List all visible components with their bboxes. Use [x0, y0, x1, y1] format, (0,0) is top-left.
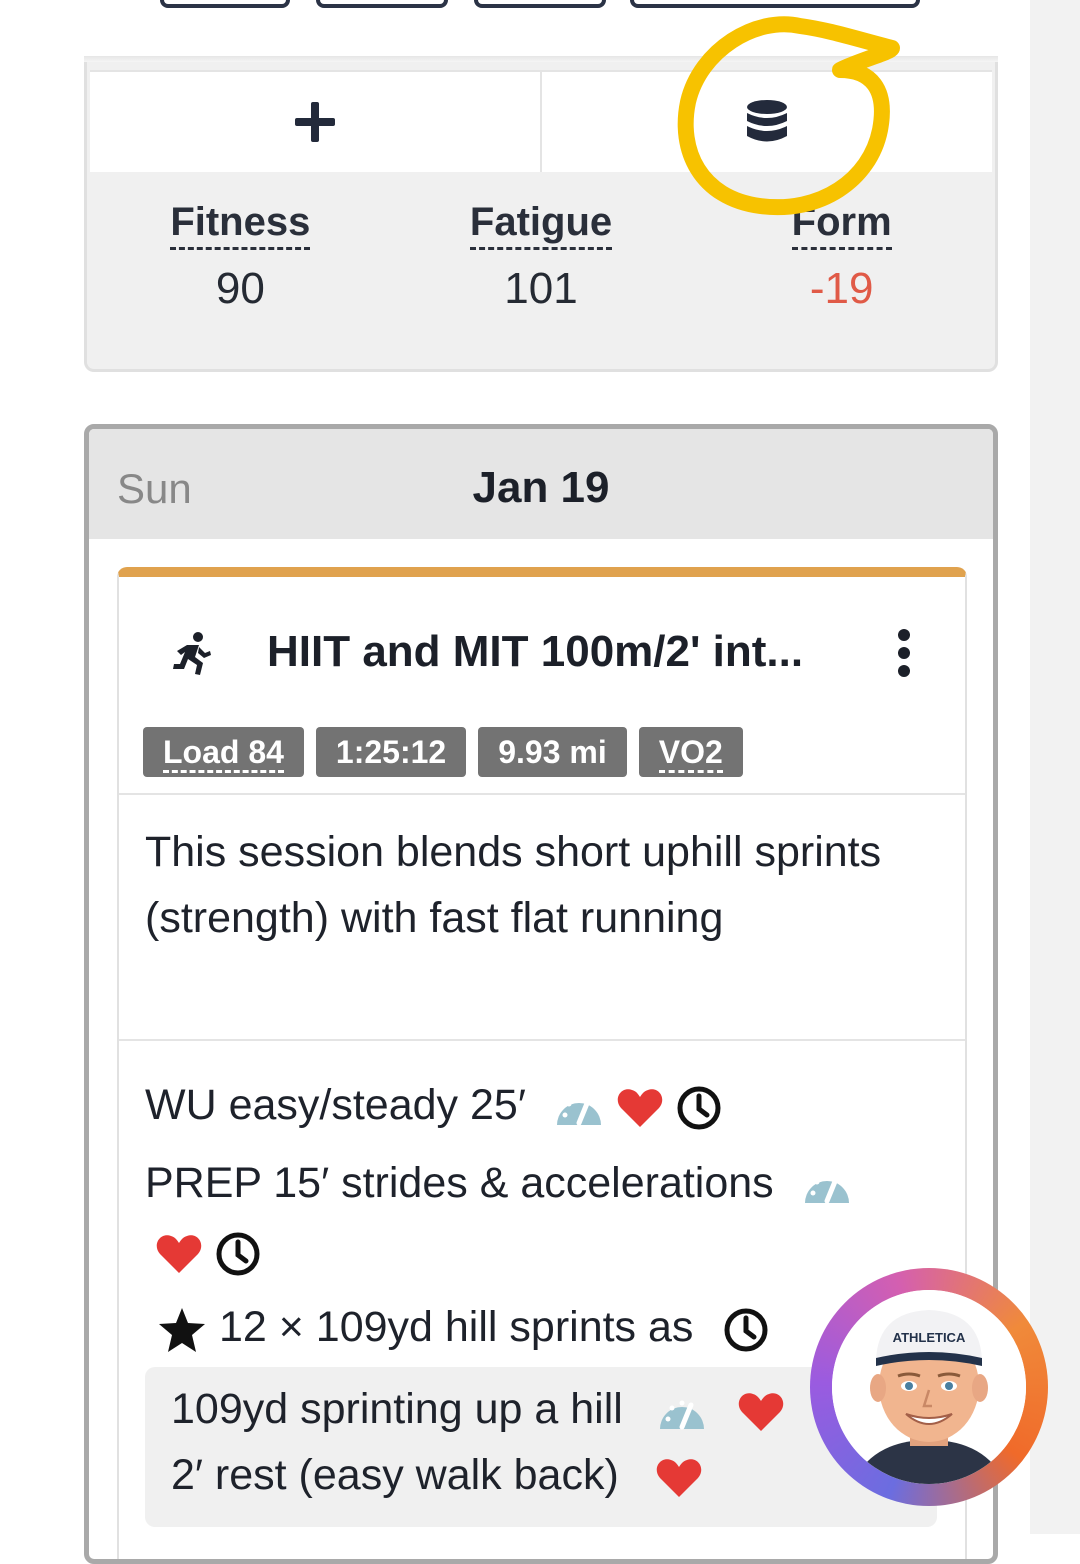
pace-icon[interactable]	[554, 1087, 604, 1129]
card-divider	[84, 56, 998, 62]
workout-description: This session blends short uphill sprints…	[145, 828, 882, 942]
zone-text: VO2	[658, 734, 723, 773]
heart-rate-icon[interactable]	[655, 1457, 703, 1499]
step-main-set: 12 × 109yd hill sprints as	[157, 1303, 769, 1354]
training-stats: Fitness 90 Fatigue 101 Form -19	[90, 200, 992, 314]
clock-icon[interactable]	[723, 1307, 769, 1353]
heart-rate-icon[interactable]	[616, 1087, 664, 1129]
more-options-button[interactable]	[889, 629, 919, 683]
stat-value: -19	[809, 264, 874, 313]
coach-chat-button[interactable]: ATHLETICA	[810, 1268, 1048, 1506]
step-warmup: WU easy/steady 25′	[145, 1081, 722, 1131]
day-header: Sun Jan 19	[89, 429, 993, 539]
star-icon	[159, 1307, 205, 1352]
step-text: 12 × 109yd hill sprints as	[218, 1303, 694, 1351]
stat-fatigue[interactable]: Fatigue 101	[391, 200, 692, 314]
step-text: PREP 15′ strides & accelerations	[145, 1159, 774, 1207]
divider	[119, 793, 965, 795]
step-prep: PREP 15′ strides & accelerations	[145, 1159, 852, 1208]
clock-icon[interactable]	[676, 1085, 722, 1131]
heart-rate-icon[interactable]	[737, 1391, 785, 1433]
coach-avatar-icon: ATHLETICA	[832, 1290, 1026, 1484]
pace-icon[interactable]	[657, 1391, 707, 1433]
workout-badges: Load 84 1:25:12 9.93 mi VO2	[143, 727, 743, 777]
distance-badge: 9.93 mi	[478, 727, 627, 777]
interval-rest: 2′ rest (easy walk back)	[171, 1451, 703, 1500]
step-text: 109yd sprinting up a hill	[171, 1385, 623, 1433]
avatar: ATHLETICA	[832, 1290, 1026, 1484]
cap-text: ATHLETICA	[893, 1330, 966, 1345]
load-badge[interactable]: Load 84	[143, 727, 304, 777]
step-text: 2′ rest (easy walk back)	[171, 1451, 619, 1499]
stat-label: Form	[791, 200, 892, 250]
zone-badge[interactable]: VO2	[638, 727, 743, 777]
stat-label: Fitness	[170, 200, 311, 250]
page-edge	[1030, 0, 1080, 1534]
stat-form[interactable]: Form -19	[691, 200, 992, 314]
top-button-4[interactable]	[630, 0, 920, 8]
interval-work: 109yd sprinting up a hill	[171, 1385, 785, 1434]
stat-value: 90	[215, 264, 265, 313]
plus-icon	[295, 102, 335, 142]
stat-fitness[interactable]: Fitness 90	[90, 200, 391, 314]
add-button[interactable]	[90, 70, 540, 172]
workout-header: HIIT and MIT 100m/2' int...	[119, 615, 965, 695]
load-text: Load 84	[163, 734, 284, 773]
divider	[119, 1039, 965, 1041]
top-button-3[interactable]	[474, 0, 606, 8]
clock-icon[interactable]	[215, 1231, 261, 1277]
stat-label: Fatigue	[469, 200, 613, 250]
step-prep-icons	[155, 1227, 261, 1277]
data-button[interactable]	[540, 70, 992, 172]
pace-icon[interactable]	[802, 1165, 852, 1207]
workout-title[interactable]: HIIT and MIT 100m/2' int...	[267, 627, 803, 677]
summary-actions	[90, 70, 992, 172]
step-text: WU easy/steady 25′	[145, 1081, 526, 1129]
day-date: Jan 19	[472, 463, 610, 512]
stat-value: 101	[504, 264, 578, 313]
heart-rate-icon[interactable]	[155, 1233, 203, 1275]
top-button-1[interactable]	[160, 0, 290, 8]
duration-badge: 1:25:12	[315, 727, 467, 777]
running-icon	[173, 632, 211, 675]
top-button-2[interactable]	[316, 0, 448, 8]
database-icon	[747, 100, 787, 142]
